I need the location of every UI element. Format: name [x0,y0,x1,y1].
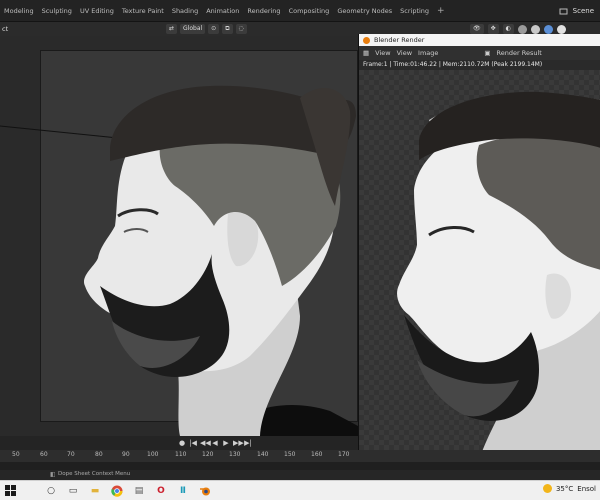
tab-rendering[interactable]: Rendering [243,0,284,22]
tick-label: 80 [95,451,103,458]
add-workspace-button[interactable]: + [433,0,449,22]
tick-label: 150 [284,451,296,458]
record-icon[interactable]: ● [178,439,186,447]
windows-start-icon[interactable] [5,485,16,496]
status-text: Dope Sheet Context Menu [58,471,131,477]
tab-texture-paint[interactable]: Texture Paint [118,0,168,22]
render-slot-dropdown[interactable]: Render Result [497,49,542,57]
visibility-icon[interactable]: 👁 [470,24,484,34]
blender-logo-icon [363,36,370,44]
timeline-ruler[interactable]: 50 60 70 80 90 100 110 120 130 140 150 1… [0,450,600,462]
render-result-canvas[interactable] [359,70,600,460]
task-view-icon[interactable]: ▭ [66,484,80,498]
scene-label: Scene [572,7,594,15]
weather-widget[interactable]: 35°C Ensol [542,484,596,493]
workspace-bar: Modeling Sculpting UV Editing Texture Pa… [0,0,600,22]
tab-uv-editing[interactable]: UV Editing [76,0,118,22]
jump-start-icon[interactable]: |◀ [189,439,197,447]
transform-orientation-dropdown[interactable]: Global [180,24,206,34]
prev-keyframe-icon[interactable]: ◀◀ [200,439,211,447]
tick-label: 60 [40,451,48,458]
taskbar-apps: ○ ▭ ▬ ▤ O Ⅱ [44,484,212,498]
app-icon-2[interactable]: Ⅱ [176,484,190,498]
overlay-icon[interactable]: ◐ [502,24,514,34]
playback-bar: ● |◀ ◀◀ ◀ ▶ ▶▶ ▶| [0,436,358,450]
workspace-tabs: Modeling Sculpting UV Editing Texture Pa… [0,0,449,22]
render-window-menu: ▦ View View Image ▣ Render Result [359,46,600,60]
weather-text: Ensol [577,484,596,493]
context-label: ct [2,25,9,33]
tick-label: 110 [175,451,187,458]
tick-label: 170 [338,451,350,458]
mouse-icon: ◧ [50,471,56,478]
rendered-shading-button[interactable] [556,24,566,34]
render-stats: Frame:1 | Time:01:46.22 | Mem:2110.72M (… [363,61,543,68]
tick-label: 100 [147,451,159,458]
file-explorer-icon[interactable]: ▬ [88,484,102,498]
material-shading-button[interactable] [543,24,553,34]
jump-end-icon[interactable]: ▶| [244,439,252,447]
tab-scripting[interactable]: Scripting [396,0,433,22]
timeline-track[interactable] [0,462,600,470]
image-browse-icon[interactable]: ▣ [484,49,490,57]
tab-sculpting[interactable]: Sculpting [38,0,76,22]
tick-label: 130 [229,451,241,458]
transform-controls: ⇄ Global ⊙ ⧉ ◌ [166,24,247,34]
menu-view-2[interactable]: View [397,49,412,57]
tab-modeling[interactable]: Modeling [0,0,38,22]
viewport-head-model [0,85,358,436]
wireframe-shading-button[interactable] [517,24,527,34]
sun-icon [542,484,552,493]
scene-icon [558,5,570,17]
playback-controls: ● |◀ ◀◀ ◀ ▶ ▶▶ ▶| [178,438,252,448]
weather-temp: 35°C [555,484,574,493]
3d-viewport[interactable] [0,36,358,436]
chrome-icon[interactable] [110,484,124,498]
menu-image[interactable]: Image [418,49,438,57]
play-icon[interactable]: ▶ [222,439,230,447]
tab-animation[interactable]: Animation [202,0,243,22]
status-bar: ◧ Dope Sheet Context Menu [0,470,600,480]
opera-icon[interactable]: O [154,484,168,498]
tick-label: 50 [12,451,20,458]
tick-label: 140 [257,451,269,458]
snap-icon[interactable]: ⧉ [222,24,233,34]
next-keyframe-icon[interactable]: ▶▶ [233,439,244,447]
orientation-icon[interactable]: ⇄ [166,24,178,34]
tab-shading[interactable]: Shading [168,0,202,22]
tick-label: 70 [67,451,75,458]
render-window-titlebar: Blender Render [359,34,600,46]
scene-selector[interactable]: Scene [558,0,600,22]
tick-label: 120 [202,451,214,458]
tab-geometry-nodes[interactable]: Geometry Nodes [333,0,396,22]
pivot-icon[interactable]: ⊙ [208,24,220,34]
search-icon[interactable]: ○ [44,484,58,498]
editor-type-icon[interactable]: ▦ [363,49,369,57]
gizmo-icon[interactable]: ✥ [487,24,499,34]
blender-icon[interactable] [198,484,212,498]
tick-label: 90 [122,451,130,458]
solid-shading-button[interactable] [530,24,540,34]
render-window: Blender Render ▦ View View Image ▣ Rende… [358,34,600,460]
render-window-title: Blender Render [374,36,425,44]
tab-compositing[interactable]: Compositing [285,0,334,22]
proportional-icon[interactable]: ◌ [235,24,247,34]
play-reverse-icon[interactable]: ◀ [211,439,219,447]
os-taskbar: ○ ▭ ▬ ▤ O Ⅱ 35°C Ensol [0,480,600,500]
menu-view-1[interactable]: View [375,49,390,57]
app-icon[interactable]: ▤ [132,484,146,498]
render-head-image [397,91,600,460]
tick-label: 160 [311,451,323,458]
